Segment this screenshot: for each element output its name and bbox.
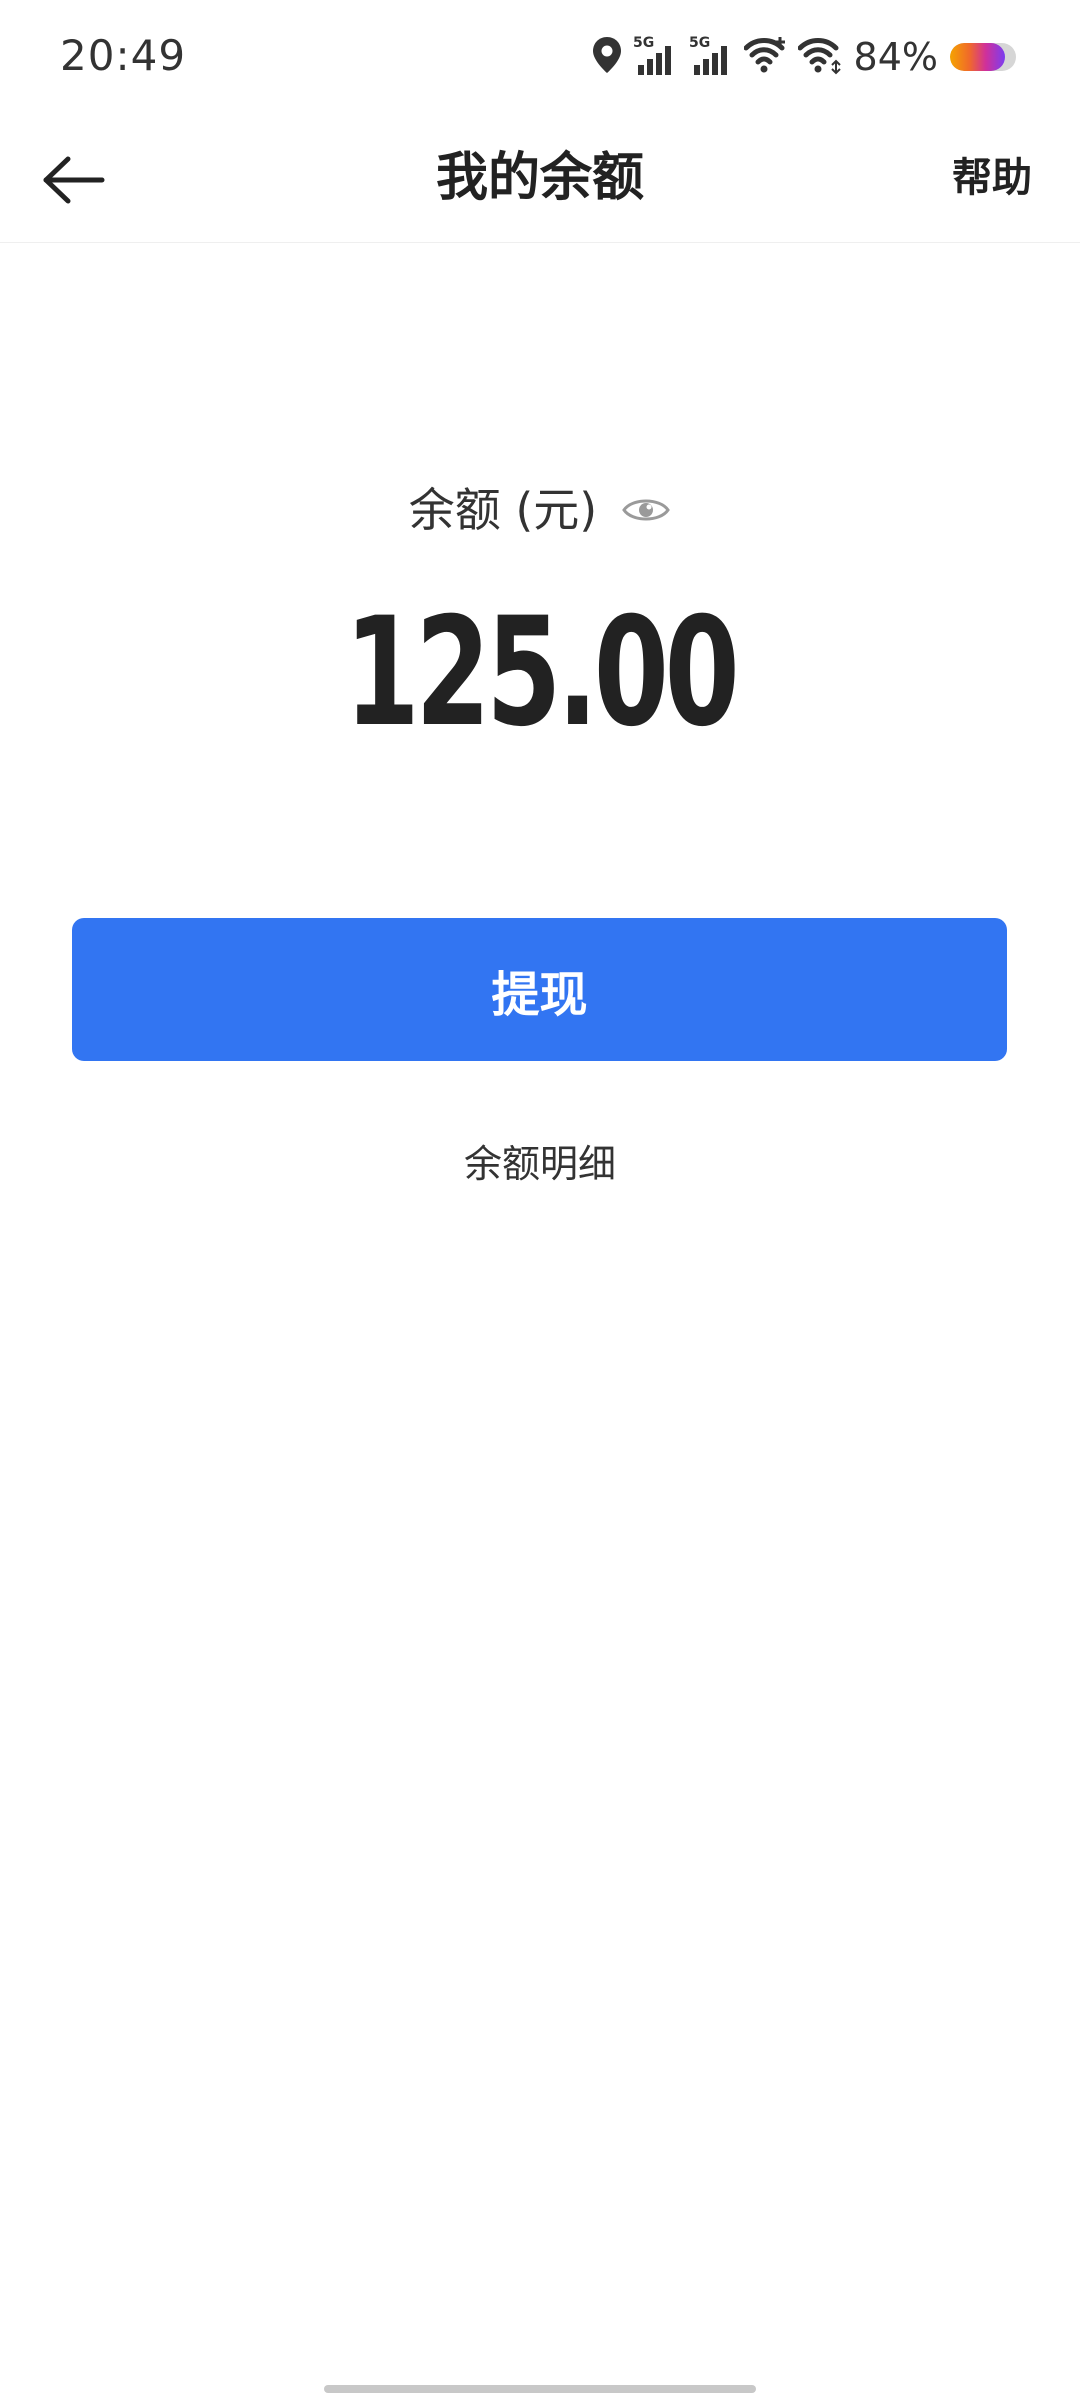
- signal-5g-icon: 5G: [688, 33, 734, 81]
- help-button[interactable]: 帮助: [952, 152, 1032, 204]
- battery-percent: 84%: [853, 35, 938, 79]
- battery-fill: [950, 43, 1006, 71]
- nav-bar: 我的余额 帮助: [0, 112, 1080, 243]
- withdraw-button[interactable]: 提现: [72, 918, 1007, 1061]
- balance-details-link[interactable]: 余额明细: [0, 1136, 1080, 1192]
- signal-5g-icon: 5G: [632, 33, 678, 81]
- svg-text:5G: 5G: [689, 35, 710, 51]
- balance-label-row: 余额 (元): [0, 480, 1080, 540]
- balance-screen: 20:49 5G 5G 84% 我的余额 帮助 余额 (元) 125.00 提现…: [0, 0, 1080, 2400]
- home-indicator[interactable]: [324, 2385, 756, 2393]
- balance-label: 余额 (元): [408, 483, 598, 537]
- eye-icon: [622, 499, 671, 521]
- status-bar: 20:49 5G 5G 84%: [0, 0, 1080, 112]
- status-time: 20:49: [60, 31, 187, 80]
- battery-icon: [950, 43, 1016, 71]
- status-icons: 5G 5G 84%: [582, 32, 1016, 82]
- toggle-visibility-button[interactable]: [621, 490, 671, 530]
- page-title: 我的余额: [435, 148, 644, 208]
- wifi-icon: [797, 35, 842, 79]
- balance-amount: 125.00: [344, 586, 740, 760]
- location-icon: [592, 36, 622, 78]
- wifi-plus-icon: [743, 35, 788, 79]
- svg-text:5G: 5G: [633, 35, 654, 51]
- balance-details-label: 余额明细: [463, 1142, 616, 1186]
